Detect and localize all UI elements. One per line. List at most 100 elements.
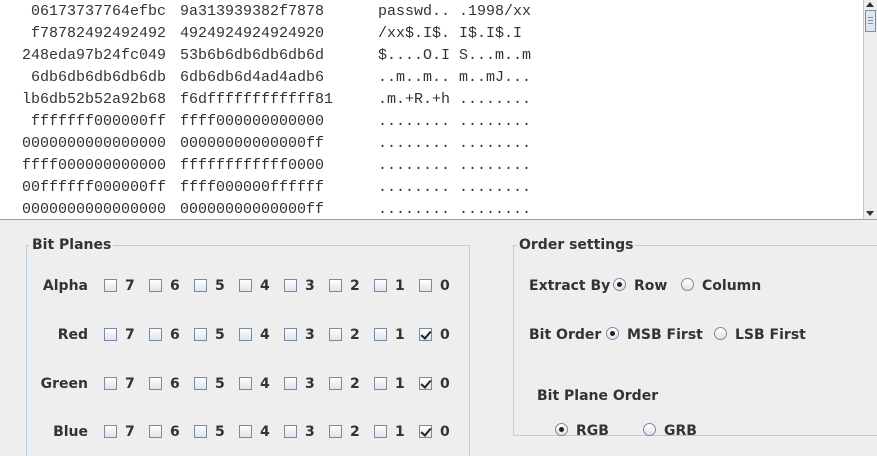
red-bit-0-checkbox[interactable] (419, 328, 432, 341)
hex-column-right: 00000000000000ff (180, 135, 325, 152)
scroll-up-arrow-icon[interactable] (866, 2, 874, 7)
red-bit-3-label: 3 (305, 327, 315, 343)
hex-column-left: lb6db52b52a92b68 (21, 91, 166, 108)
grb-label: GRB (664, 423, 697, 439)
red-bit-2-label: 2 (350, 327, 360, 343)
hex-column-left: f78782492492492 (30, 25, 166, 42)
red-bit-4-checkbox[interactable] (239, 328, 252, 341)
channel-label-blue: Blue (53, 424, 88, 440)
red-bit-0-label: 0 (440, 327, 450, 343)
ascii-column: ........ ........ (378, 135, 532, 152)
alpha-bit-2-checkbox[interactable] (329, 279, 342, 292)
alpha-bit-6-label: 6 (170, 278, 180, 294)
alpha-bit-3-checkbox[interactable] (284, 279, 297, 292)
green-bit-0-checkbox[interactable] (419, 377, 432, 390)
ascii-column: ........ ........ (378, 201, 532, 218)
rgb-radio[interactable] (555, 423, 568, 436)
blue-bit-4-label: 4 (260, 424, 270, 440)
red-bit-6-checkbox[interactable] (149, 328, 162, 341)
blue-bit-0-checkbox[interactable] (419, 425, 432, 438)
alpha-bit-5-checkbox[interactable] (194, 279, 207, 292)
hex-column-left: 248eda97b24fc049 (21, 47, 166, 64)
red-bit-4-label: 4 (260, 327, 270, 343)
bit-order-label: Bit Order (529, 327, 602, 343)
green-bit-3-label: 3 (305, 376, 315, 392)
scroll-down-arrow-icon[interactable] (866, 211, 874, 216)
hex-column-left: ffff000000000000 (21, 157, 166, 174)
hex-dump-view[interactable]: 06173737764efbc 9a313939382f7878 passwd.. … (0, 0, 863, 219)
ascii-column: .m.+R.+h ........ (378, 91, 532, 108)
hex-column-right: ffff000000ffffff (180, 179, 325, 196)
blue-bit-6-checkbox[interactable] (149, 425, 162, 438)
green-bit-7-checkbox[interactable] (104, 377, 117, 390)
blue-bit-7-checkbox[interactable] (104, 425, 117, 438)
msb-first-label: MSB First (627, 327, 703, 343)
green-bit-2-checkbox[interactable] (329, 377, 342, 390)
blue-bit-5-checkbox[interactable] (194, 425, 207, 438)
ascii-column: $....O.I S...m..m (378, 47, 532, 64)
alpha-bit-1-checkbox[interactable] (374, 279, 387, 292)
hex-dump-row: 00ffffff000000ff ffff000000ffffff........… (0, 179, 863, 197)
ascii-column: /xx$.I$. I$.I$.I (378, 25, 523, 42)
hex-column-left: 6db6db6db6db6db (30, 69, 166, 86)
extract-by-column-label: Column (702, 278, 762, 294)
red-bit-3-checkbox[interactable] (284, 328, 297, 341)
hex-dump-row: 248eda97b24fc049 53b6b6db6db6db6d $....O.I… (0, 47, 863, 65)
green-bit-5-checkbox[interactable] (194, 377, 207, 390)
green-bit-3-checkbox[interactable] (284, 377, 297, 390)
rgb-label: RGB (576, 423, 609, 439)
red-bit-7-label: 7 (125, 327, 135, 343)
blue-bit-2-checkbox[interactable] (329, 425, 342, 438)
lsb-first-radio[interactable] (714, 327, 727, 340)
red-bit-6-label: 6 (170, 327, 180, 343)
red-bit-5-checkbox[interactable] (194, 328, 207, 341)
alpha-bit-3-label: 3 (305, 278, 315, 294)
channel-label-green: Green (40, 376, 88, 392)
green-bit-4-label: 4 (260, 376, 270, 392)
alpha-bit-0-label: 0 (440, 278, 450, 294)
scrollbar-thumb[interactable] (865, 10, 876, 32)
alpha-bit-0-checkbox[interactable] (419, 279, 432, 292)
hex-dump-scrollbar[interactable] (863, 0, 877, 219)
hex-dump-row: fffffff000000ff ffff000000000000 ........ … (0, 113, 863, 131)
alpha-bit-7-label: 7 (125, 278, 135, 294)
extract-by-column-radio[interactable] (681, 278, 694, 291)
green-bit-1-checkbox[interactable] (374, 377, 387, 390)
hex-dump-row: f78782492492492 4924924924924920/xx$.I$. … (0, 25, 863, 43)
ascii-column: ........ ........ (378, 113, 532, 130)
alpha-bit-1-label: 1 (395, 278, 405, 294)
grb-radio[interactable] (643, 423, 656, 436)
extract-by-row-radio[interactable] (613, 278, 626, 291)
green-bit-4-checkbox[interactable] (239, 377, 252, 390)
blue-bit-3-checkbox[interactable] (284, 425, 297, 438)
alpha-bit-6-checkbox[interactable] (149, 279, 162, 292)
bit-planes-title: Bit Planes (30, 237, 114, 253)
hex-column-right: ffff000000000000 (180, 113, 325, 130)
msb-first-radio[interactable] (606, 327, 619, 340)
hex-column-right: 53b6b6db6db6db6d (180, 47, 325, 64)
ascii-column: ..m..m.. m..mJ... (378, 69, 532, 86)
green-bit-2-label: 2 (350, 376, 360, 392)
hex-dump-row: ffff000000000000 ffffffffffff0000........… (0, 157, 863, 175)
blue-bit-1-checkbox[interactable] (374, 425, 387, 438)
alpha-bit-4-checkbox[interactable] (239, 279, 252, 292)
green-bit-6-checkbox[interactable] (149, 377, 162, 390)
blue-bit-7-label: 7 (125, 424, 135, 440)
divider (0, 219, 877, 220)
blue-bit-1-label: 1 (395, 424, 405, 440)
blue-bit-4-checkbox[interactable] (239, 425, 252, 438)
red-bit-1-label: 1 (395, 327, 405, 343)
red-bit-5-label: 5 (215, 327, 225, 343)
red-bit-7-checkbox[interactable] (104, 328, 117, 341)
hex-column-left: fffffff000000ff (30, 113, 166, 130)
alpha-bit-7-checkbox[interactable] (104, 279, 117, 292)
red-bit-2-checkbox[interactable] (329, 328, 342, 341)
green-bit-5-label: 5 (215, 376, 225, 392)
blue-bit-2-label: 2 (350, 424, 360, 440)
alpha-bit-2-label: 2 (350, 278, 360, 294)
red-bit-1-checkbox[interactable] (374, 328, 387, 341)
order-settings-title: Order settings (517, 237, 636, 253)
hex-column-left: 06173737764efbc (30, 3, 166, 20)
ascii-column: ........ ........ (378, 157, 532, 174)
alpha-bit-4-label: 4 (260, 278, 270, 294)
